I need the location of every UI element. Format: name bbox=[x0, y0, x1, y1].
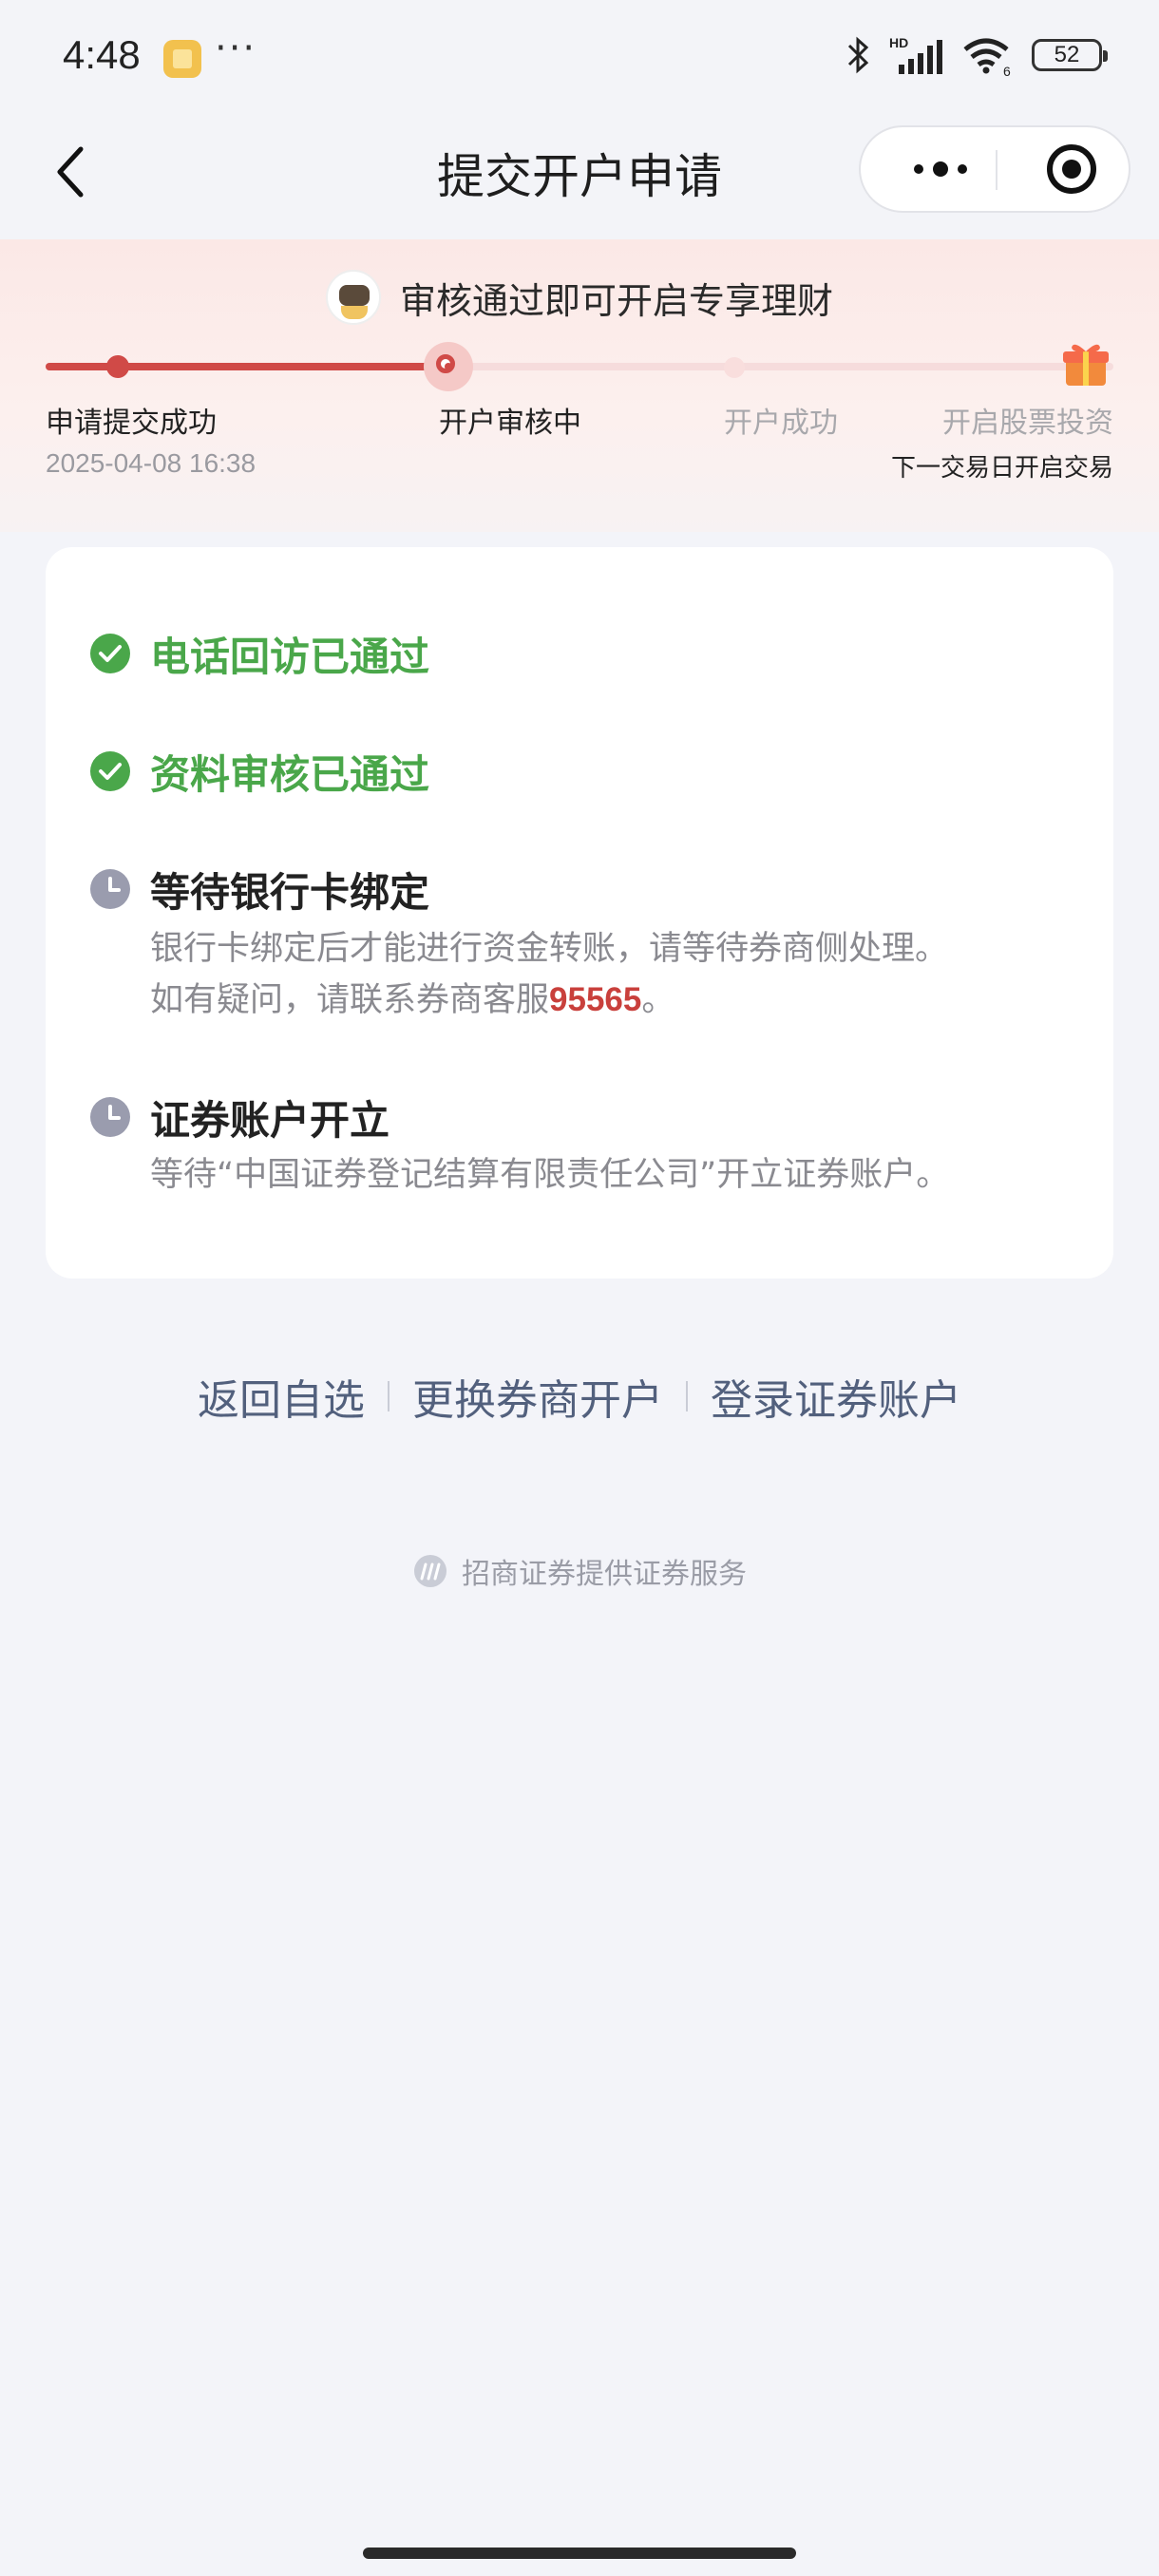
item-description: 如有疑问，请联系券商客服95565。 bbox=[150, 975, 674, 1026]
action-links: 返回自选 更换券商开户 登录证券账户 bbox=[0, 1366, 1159, 1427]
item-title: 等待银行卡绑定 bbox=[150, 869, 430, 916]
more-notifications-indicator: ··· bbox=[215, 27, 257, 70]
app-notification-icon bbox=[163, 40, 201, 78]
battery-icon: 52 bbox=[1032, 39, 1108, 71]
check-circle-icon bbox=[90, 751, 130, 791]
wifi-icon: 6 bbox=[963, 38, 1011, 76]
service-provider-text: 招商证券提供证券服务 bbox=[462, 1558, 747, 1591]
item-description: 等待“中国证券登记结算有限责任公司”开立证券账户。 bbox=[150, 1156, 950, 1194]
gift-icon bbox=[1063, 344, 1109, 386]
link-divider bbox=[686, 1381, 688, 1411]
step-label-submitted: 申请提交成功 bbox=[46, 407, 217, 440]
svg-text:HD: HD bbox=[889, 35, 908, 50]
back-to-watchlist-link[interactable]: 返回自选 bbox=[198, 1366, 365, 1427]
hotline-number[interactable]: 95565 bbox=[549, 981, 641, 1018]
close-miniapp-button[interactable] bbox=[1032, 127, 1112, 211]
check-circle-icon bbox=[90, 634, 130, 673]
item-description: 银行卡绑定后才能进行资金转账，请等待券商侧处理。 bbox=[150, 930, 949, 968]
target-close-icon bbox=[1047, 144, 1096, 194]
login-account-link[interactable]: 登录证券账户 bbox=[711, 1366, 961, 1427]
svg-text:6: 6 bbox=[1003, 64, 1011, 76]
status-time: 4:48 bbox=[63, 32, 141, 77]
link-divider bbox=[388, 1381, 390, 1411]
step-dot-done bbox=[106, 355, 129, 378]
broker-logo-icon bbox=[414, 1555, 446, 1587]
footer: 招商证券提供证券服务 bbox=[0, 1550, 1159, 1592]
more-button[interactable] bbox=[895, 127, 986, 211]
step-label-reviewing: 开户审核中 bbox=[439, 407, 581, 440]
clock-icon bbox=[90, 1097, 130, 1137]
submit-timestamp: 2025-04-08 16:38 bbox=[46, 448, 256, 478]
more-icon bbox=[914, 164, 923, 174]
promo-text: 审核通过即可开启专享理财 bbox=[399, 279, 833, 322]
progress-track bbox=[46, 363, 1113, 370]
home-indicator[interactable] bbox=[363, 2548, 796, 2559]
change-broker-link[interactable]: 更换券商开户 bbox=[412, 1366, 663, 1427]
step-label-start-investing: 开启股票投资 bbox=[942, 407, 1113, 440]
review-status-card: 电话回访已通过 资料审核已通过 等待银行卡绑定 银行卡绑定后才能进行资金转账，请… bbox=[46, 547, 1113, 1279]
clock-icon bbox=[90, 869, 130, 909]
progress-section: 审核通过即可开启专享理财 申请提交成功 开户审核中 开户成功 开启股票投资 20… bbox=[0, 239, 1159, 532]
miniapp-capsule bbox=[859, 125, 1130, 213]
item-title: 电话回访已通过 bbox=[150, 634, 430, 680]
step-label-opened: 开户成功 bbox=[724, 407, 838, 440]
promo-banner: 审核通过即可开启专享理财 bbox=[0, 270, 1159, 325]
desc-text: 如有疑问，请联系券商客服 bbox=[150, 981, 550, 1019]
step-dot-pending bbox=[724, 357, 745, 378]
desc-text: 。 bbox=[641, 981, 675, 1019]
capsule-divider bbox=[996, 150, 998, 190]
signal-icon: HD bbox=[889, 35, 942, 74]
status-bar: 4:48 ··· HD 6 52 bbox=[0, 0, 1159, 114]
item-title: 证券账户开立 bbox=[150, 1097, 390, 1144]
nav-bar: 提交开户申请 bbox=[0, 114, 1159, 239]
item-title: 资料审核已通过 bbox=[150, 751, 430, 798]
mascot-icon bbox=[325, 270, 381, 325]
bluetooth-icon bbox=[847, 36, 869, 74]
next-trading-day-note: 下一交易日开启交易 bbox=[890, 454, 1113, 483]
step-dot-current bbox=[424, 342, 473, 391]
